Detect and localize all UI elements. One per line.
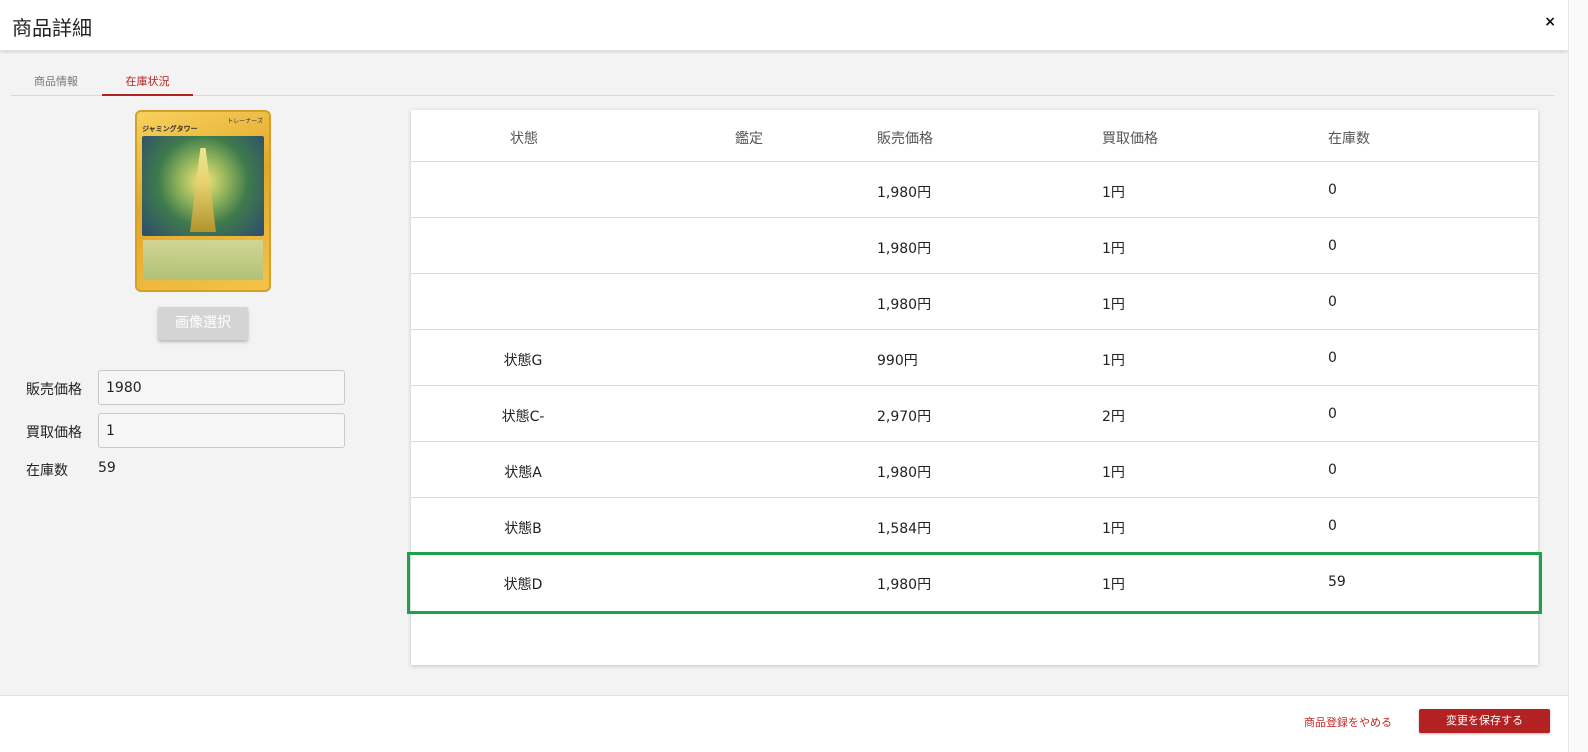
cell-buy-price: 1円: [1102, 577, 1125, 593]
header-buy-price: 買取価格: [1102, 131, 1158, 147]
cell-stock: 0: [1328, 294, 1337, 310]
cell-buy-price: 1円: [1102, 465, 1125, 481]
tower-illustration: [190, 148, 216, 232]
stock-value: 59: [98, 460, 116, 476]
cell-sell-price: 1,980円: [877, 465, 932, 481]
cell-stock: 0: [1328, 462, 1337, 478]
tab-stock-status[interactable]: 在庫状況: [102, 73, 193, 96]
select-image-button[interactable]: 画像選択: [158, 307, 248, 340]
cell-buy-price: 2円: [1102, 409, 1125, 425]
cell-stock: 0: [1328, 406, 1337, 422]
cell-state: 状態D: [503, 577, 543, 593]
save-changes-button[interactable]: 変更を保存する: [1419, 709, 1550, 733]
card-name-label: ジャミングタワー: [142, 125, 198, 133]
cell-stock: 0: [1328, 182, 1337, 198]
card-text-box: [143, 240, 263, 280]
header-state: 状態: [510, 131, 538, 147]
close-icon[interactable]: ×: [1544, 14, 1556, 30]
cell-buy-price: 1円: [1102, 185, 1125, 201]
modal-footer: 商品登録をやめる 変更を保存する: [0, 695, 1568, 752]
page-title: 商品詳細: [12, 16, 92, 40]
scrollbar-track[interactable]: [1568, 0, 1588, 752]
stock-table: 状態 鑑定 販売価格 買取価格 在庫数 1,980円 1円 0 1,980円 1…: [407, 110, 1542, 665]
table-row[interactable]: 状態A 1,980円 1円 0: [411, 442, 1538, 498]
cell-stock: 59: [1328, 574, 1346, 590]
table-row[interactable]: 1,980円 1円 0: [411, 274, 1538, 330]
cell-sell-price: 990円: [877, 353, 918, 369]
cancel-registration-link[interactable]: 商品登録をやめる: [1304, 714, 1392, 730]
cell-sell-price: 1,980円: [877, 577, 932, 593]
modal-header: 商品詳細 ×: [0, 0, 1568, 51]
table-row[interactable]: 1,980円 1円 0: [411, 218, 1538, 274]
cell-sell-price: 1,980円: [877, 297, 932, 313]
buy-price-label: 買取価格: [26, 425, 82, 441]
cell-buy-price: 1円: [1102, 241, 1125, 257]
cell-sell-price: 1,980円: [877, 185, 932, 201]
card-artwork: [142, 136, 264, 236]
cell-state: 状態A: [504, 465, 542, 481]
header-appraisal: 鑑定: [735, 131, 763, 147]
table-row[interactable]: 状態C- 2,970円 2円 0: [411, 386, 1538, 442]
product-card-image: トレーナーズ ジャミングタワー: [135, 110, 271, 292]
stock-label: 在庫数: [26, 463, 68, 479]
cell-state: 状態B: [504, 521, 542, 537]
cell-stock: 0: [1328, 238, 1337, 254]
card-type-label: トレーナーズ: [227, 118, 263, 125]
sell-price-label: 販売価格: [26, 382, 82, 398]
table-row[interactable]: 1,980円 1円 0: [411, 162, 1538, 218]
cell-stock: 0: [1328, 518, 1337, 534]
tab-bar: 商品情報 在庫状況: [11, 66, 1554, 96]
header-stock: 在庫数: [1328, 131, 1370, 147]
table-header: 状態 鑑定 販売価格 買取価格 在庫数: [411, 110, 1538, 162]
cell-buy-price: 1円: [1102, 297, 1125, 313]
cell-sell-price: 1,980円: [877, 241, 932, 257]
cell-buy-price: 1円: [1102, 353, 1125, 369]
header-sell-price: 販売価格: [877, 131, 933, 147]
cell-state: 状態G: [503, 353, 543, 369]
buy-price-input[interactable]: [98, 413, 345, 448]
table-row[interactable]: 状態B 1,584円 1円 0: [411, 498, 1538, 554]
cell-buy-price: 1円: [1102, 521, 1125, 537]
cell-state: 状態C-: [501, 409, 545, 425]
sell-price-input[interactable]: [98, 370, 345, 405]
table-row-selected[interactable]: 状態D 1,980円 1円 59: [407, 552, 1542, 614]
cell-stock: 0: [1328, 350, 1337, 366]
table-row[interactable]: 状態G 990円 1円 0: [411, 330, 1538, 386]
tab-product-info[interactable]: 商品情報: [11, 73, 101, 89]
cell-sell-price: 1,584円: [877, 521, 932, 537]
cell-sell-price: 2,970円: [877, 409, 932, 425]
